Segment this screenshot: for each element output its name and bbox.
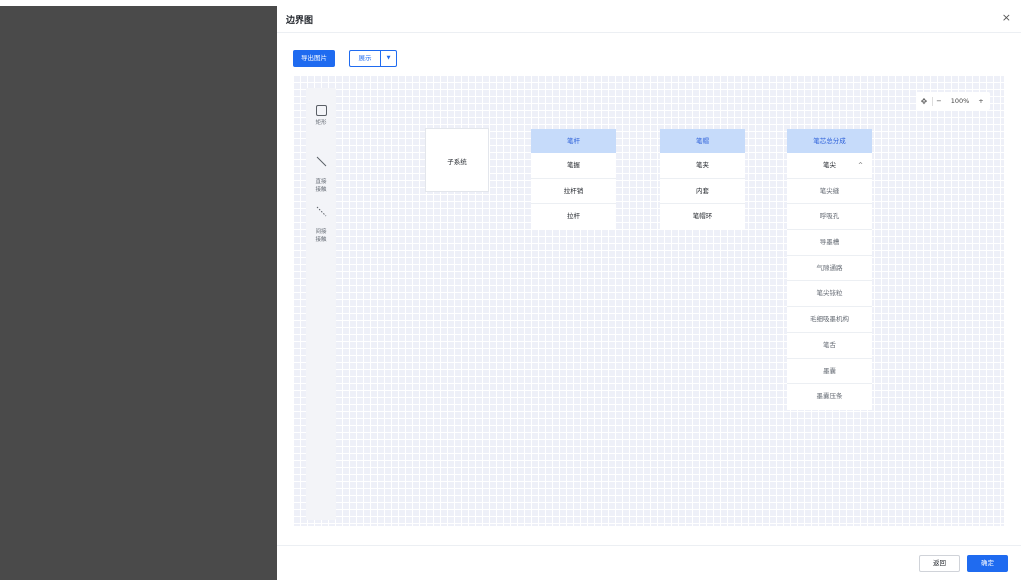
- move-icon[interactable]: ✥: [916, 97, 932, 106]
- confirm-button[interactable]: 确定: [967, 555, 1008, 572]
- tool-direct-contact-label: 直接 接触: [315, 179, 327, 193]
- sub-list-item[interactable]: 墨囊压条: [787, 384, 872, 410]
- shape-palette: 矩形 直接 接触 间接 接触: [306, 88, 336, 520]
- modal-overlay[interactable]: [0, 6, 277, 580]
- sub-list-item[interactable]: 笔舌: [787, 333, 872, 359]
- zoom-level: 100%: [950, 97, 970, 105]
- dialog-title: 边界图: [286, 16, 314, 26]
- sub-list-item[interactable]: 笔尖缝: [787, 179, 872, 205]
- list-item[interactable]: 笔握: [531, 153, 616, 179]
- back-button[interactable]: 返回: [919, 555, 960, 572]
- sub-list-item[interactable]: 导墨槽: [787, 230, 872, 256]
- component-column-refill[interactable]: 笔芯总分成 笔尖 ^ 笔尖缝 呼吸孔 导墨槽 气隙通路 笔尖铱粒 毛细吸墨机构 …: [787, 129, 872, 410]
- column-header[interactable]: 笔杆: [531, 129, 616, 153]
- chevron-up-icon[interactable]: ^: [858, 153, 863, 178]
- zoom-out-button[interactable]: −: [933, 97, 945, 105]
- dashed-line-icon: [316, 206, 326, 217]
- tool-rectangle[interactable]: 矩形: [306, 105, 336, 127]
- export-image-button[interactable]: 导出图片: [293, 50, 335, 67]
- list-item[interactable]: 内套: [660, 179, 745, 205]
- sub-list-item[interactable]: 墨囊: [787, 359, 872, 385]
- dialog-header: 边界图 ×: [277, 6, 1021, 33]
- column-header[interactable]: 笔帽: [660, 129, 745, 153]
- tool-indirect-contact[interactable]: 间接 接触: [306, 198, 336, 244]
- close-icon[interactable]: ×: [1002, 11, 1011, 25]
- zoom-control: ✥ − 100% +: [916, 92, 990, 110]
- sub-list-item[interactable]: 呼吸孔: [787, 204, 872, 231]
- tool-rectangle-label: 矩形: [315, 120, 327, 126]
- boundary-diagram-dialog: 边界图 × 导出图片 展示 ▼ 矩形 直接 接触 间接 接触 ✥ − 100% …: [277, 6, 1021, 580]
- list-item-label: 笔尖: [823, 161, 836, 169]
- sub-list-item[interactable]: 毛细吸墨机构: [787, 307, 872, 333]
- column-header[interactable]: 笔芯总分成: [787, 129, 872, 153]
- list-item[interactable]: 拉杆: [531, 204, 616, 230]
- zoom-in-button[interactable]: +: [975, 97, 987, 105]
- list-item[interactable]: 笔帽环: [660, 204, 745, 230]
- direct-line-icon: [316, 156, 326, 167]
- subsystem-node[interactable]: 子系统: [425, 128, 489, 192]
- sub-list-item[interactable]: 气隙通路: [787, 256, 872, 282]
- chevron-down-icon[interactable]: ▼: [381, 51, 396, 66]
- subsystem-label: 子系统: [447, 158, 467, 166]
- dialog-footer: 返回 确定: [277, 545, 1021, 580]
- diagram-canvas[interactable]: 矩形 直接 接触 间接 接触 ✥ − 100% + 子系统 笔杆 笔握 拉杆销: [293, 75, 1004, 526]
- display-button[interactable]: 展示: [350, 51, 381, 66]
- list-item[interactable]: 拉杆销: [531, 179, 616, 205]
- tool-indirect-contact-label: 间接 接触: [315, 229, 327, 243]
- sub-list-item[interactable]: 笔尖铱粒: [787, 281, 872, 308]
- rectangle-icon: [315, 105, 327, 116]
- component-column-pen-cap[interactable]: 笔帽 笔夹 内套 笔帽环: [660, 129, 745, 231]
- display-dropdown[interactable]: 展示 ▼: [349, 50, 397, 67]
- list-item[interactable]: 笔夹: [660, 153, 745, 179]
- component-column-pen-barrel[interactable]: 笔杆 笔握 拉杆销 拉杆: [531, 129, 616, 231]
- tool-direct-contact[interactable]: 直接 接触: [306, 148, 336, 194]
- list-item-expandable[interactable]: 笔尖 ^: [787, 153, 872, 179]
